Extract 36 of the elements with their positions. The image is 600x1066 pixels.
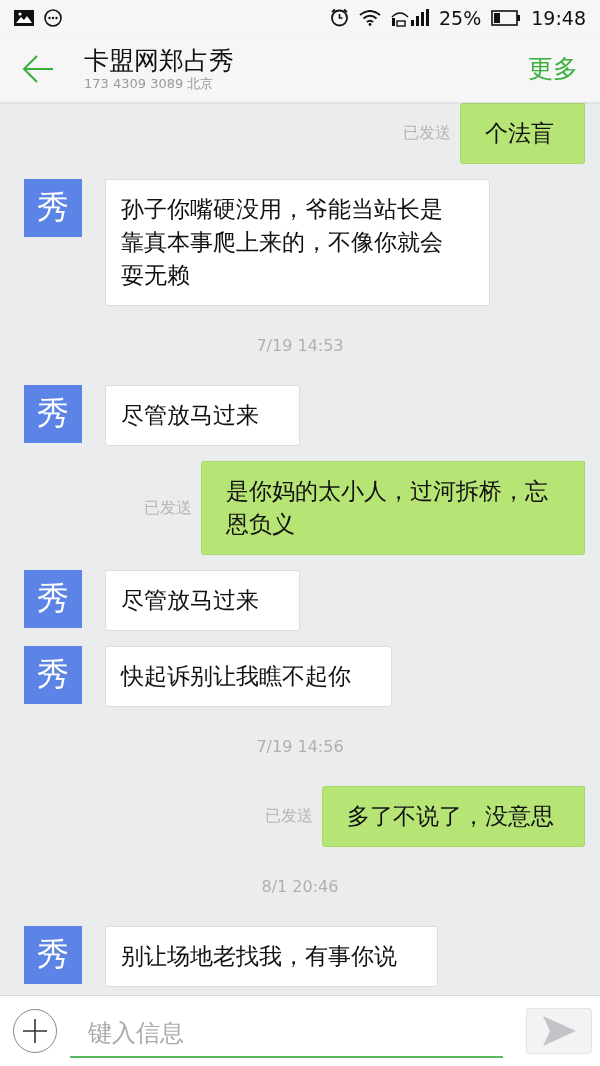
sent-status: 已发送 bbox=[403, 123, 451, 144]
send-icon bbox=[541, 1015, 577, 1047]
battery-icon bbox=[491, 9, 522, 26]
add-button[interactable] bbox=[13, 1009, 57, 1053]
alarm-icon bbox=[330, 8, 349, 27]
incoming-message: 快起诉别让我瞧不起你 bbox=[105, 646, 392, 707]
gallery-icon bbox=[14, 9, 34, 26]
signal-icon bbox=[391, 8, 429, 27]
plus-icon bbox=[23, 1019, 47, 1043]
avatar: 秀 bbox=[24, 570, 82, 628]
clock-time: 19:48 bbox=[531, 6, 586, 29]
contact-number: 173 4309 3089 北京 bbox=[84, 75, 215, 92]
timestamp: 8/1 20:46 bbox=[261, 877, 339, 896]
contact-name: 卡盟网郑占秀 bbox=[84, 45, 235, 76]
outgoing-message: 个法盲 bbox=[460, 103, 585, 164]
incoming-message: 别让场地老找我，有事你说 bbox=[105, 926, 438, 987]
incoming-message: 孙子你嘴硬没用，爷能当站长是靠真本事爬上来的，不像你就会耍无赖 bbox=[105, 179, 490, 306]
timestamp: 7/19 14:53 bbox=[256, 336, 344, 355]
back-button[interactable] bbox=[22, 53, 54, 84]
battery-percent: 25% bbox=[439, 6, 482, 29]
incoming-message: 尽管放马过来 bbox=[105, 570, 300, 631]
wifi-icon bbox=[359, 9, 381, 26]
avatar: 秀 bbox=[24, 179, 82, 237]
timestamp: 7/19 14:56 bbox=[256, 737, 344, 756]
incoming-message: 尽管放马过来 bbox=[105, 385, 300, 446]
avatar: 秀 bbox=[24, 646, 82, 704]
more-button[interactable]: 更多 bbox=[528, 52, 578, 85]
send-button[interactable] bbox=[526, 1008, 592, 1054]
sent-status: 已发送 bbox=[265, 806, 313, 827]
more-icon bbox=[44, 8, 62, 27]
avatar: 秀 bbox=[24, 926, 82, 984]
outgoing-message: 多了不说了，没意思 bbox=[322, 786, 585, 847]
avatar: 秀 bbox=[24, 385, 82, 443]
sent-status: 已发送 bbox=[144, 497, 192, 519]
outgoing-message: 是你妈的太小人，过河拆桥，忘恩负义 bbox=[201, 461, 585, 555]
message-input[interactable]: 键入信息 bbox=[88, 1019, 503, 1047]
